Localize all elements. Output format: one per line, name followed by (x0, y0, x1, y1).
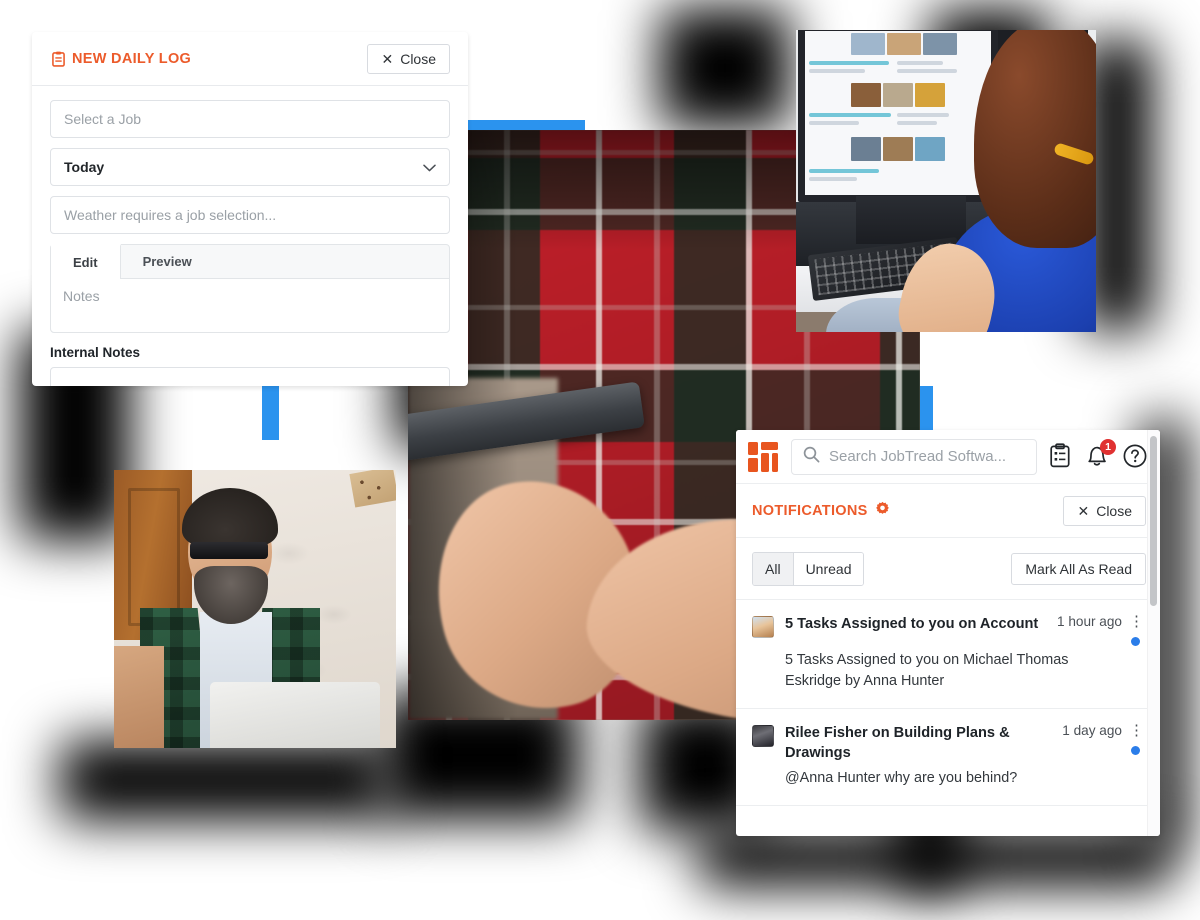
notifications-title-text: NOTIFICATIONS (752, 502, 868, 519)
notifications-filter-bar: All Unread Mark All As Read (736, 538, 1160, 600)
notes-textarea[interactable]: Notes (51, 279, 449, 332)
notes-editor: Edit Preview Notes (50, 244, 450, 333)
avatar (752, 724, 774, 747)
photo-bearded-man-with-laptop (114, 470, 396, 748)
accent-bar-left (262, 386, 279, 440)
notes-editor-tabs: Edit Preview (51, 244, 449, 279)
notification-title: Rilee Fisher on Building Plans & Drawing… (785, 724, 1010, 762)
notification-time: 1 day ago (1062, 722, 1122, 738)
job-select-input[interactable]: Select a Job (50, 100, 450, 138)
job-select-placeholder: Select a Job (64, 111, 142, 127)
search-icon (803, 446, 820, 468)
clipboard-icon (52, 51, 65, 67)
notification-body: 5 Tasks Assigned to you on Michael Thoma… (785, 652, 1069, 689)
laptop (210, 682, 380, 748)
notifications-header: NOTIFICATIONS ✕ Close (736, 484, 1160, 538)
weather-placeholder: Weather requires a job selection... (64, 207, 277, 223)
close-x-icon: ✕ (1077, 502, 1090, 519)
close-x-icon: ✕ (381, 50, 394, 67)
tab-edit-label: Edit (73, 255, 98, 270)
gear-icon[interactable] (875, 501, 890, 520)
notifications-close-button[interactable]: ✕ Close (1063, 495, 1146, 526)
jobtread-logo[interactable] (746, 440, 780, 474)
weather-input[interactable]: Weather requires a job selection... (50, 196, 450, 234)
notification-item[interactable]: 5 Tasks Assigned to you on Account 1 hou… (736, 600, 1160, 709)
date-select-value: Today (64, 159, 105, 175)
daily-log-close-button[interactable]: ✕ Close (367, 43, 450, 74)
mark-all-as-read-label: Mark All As Read (1025, 560, 1132, 577)
app-topbar: Search JobTread Softwa... 1 (736, 430, 1160, 484)
notification-time: 1 hour ago (1056, 614, 1122, 629)
kebab-menu-icon[interactable]: ⋮ (1129, 723, 1144, 738)
unread-indicator (1131, 637, 1140, 646)
notifications-close-label: Close (1096, 502, 1132, 519)
notification-title: 5 Tasks Assigned to you on Account (785, 616, 1039, 632)
person-head (974, 30, 1096, 248)
composite-stage: NEW DAILY LOG ✕ Close Select a Job Today (0, 0, 1200, 920)
date-select[interactable]: Today (50, 148, 450, 186)
internal-notes-textarea[interactable] (50, 367, 450, 386)
filter-all[interactable]: All (753, 552, 793, 585)
search-input[interactable]: Search JobTread Softwa... (791, 438, 1037, 475)
mark-all-as-read-button[interactable]: Mark All As Read (1011, 552, 1146, 585)
daily-log-title-text: NEW DAILY LOG (72, 50, 192, 67)
chevron-down-icon (423, 160, 436, 175)
notes-placeholder: Notes (63, 288, 100, 304)
avatar (752, 616, 774, 638)
drop-shadow (60, 740, 390, 820)
search-placeholder: Search JobTread Softwa... (829, 448, 1007, 465)
tab-preview-label: Preview (142, 254, 192, 269)
filter-unread[interactable]: Unread (792, 552, 864, 585)
sunglasses (190, 542, 268, 559)
tab-edit[interactable]: Edit (51, 244, 121, 279)
help-circle-icon[interactable] (1122, 443, 1148, 471)
new-daily-log-card: NEW DAILY LOG ✕ Close Select a Job Today (32, 32, 468, 386)
tab-preview[interactable]: Preview (121, 245, 214, 278)
scrollbar-thumb[interactable] (1150, 436, 1157, 606)
internal-notes-label: Internal Notes (50, 345, 141, 360)
notifications-panel: Search JobTread Softwa... 1 NOTIFICATION… (736, 430, 1160, 836)
bell-badge-count: 1 (1100, 438, 1116, 455)
notification-filter-group: All Unread (752, 551, 865, 586)
kebab-menu-icon[interactable]: ⋮ (1129, 614, 1144, 629)
notifications-title: NOTIFICATIONS (752, 501, 890, 520)
daily-log-title: NEW DAILY LOG (52, 51, 191, 67)
daily-log-close-label: Close (400, 50, 436, 67)
notification-body: @Anna Hunter why are you behind? (785, 770, 1018, 787)
clipboard-list-icon[interactable] (1048, 442, 1074, 471)
photo-woman-at-desk-using-computer (796, 30, 1096, 332)
filter-all-label: All (765, 560, 781, 577)
daily-log-body: Select a Job Today Weather requires a jo… (32, 86, 468, 386)
unread-indicator (1131, 745, 1140, 755)
drop-shadow (660, 8, 790, 128)
notification-item[interactable]: Rilee Fisher on Building Plans & Drawing… (736, 709, 1160, 807)
bell-icon[interactable]: 1 (1085, 438, 1116, 471)
daily-log-header: NEW DAILY LOG ✕ Close (32, 32, 468, 86)
filter-unread-label: Unread (805, 560, 852, 577)
